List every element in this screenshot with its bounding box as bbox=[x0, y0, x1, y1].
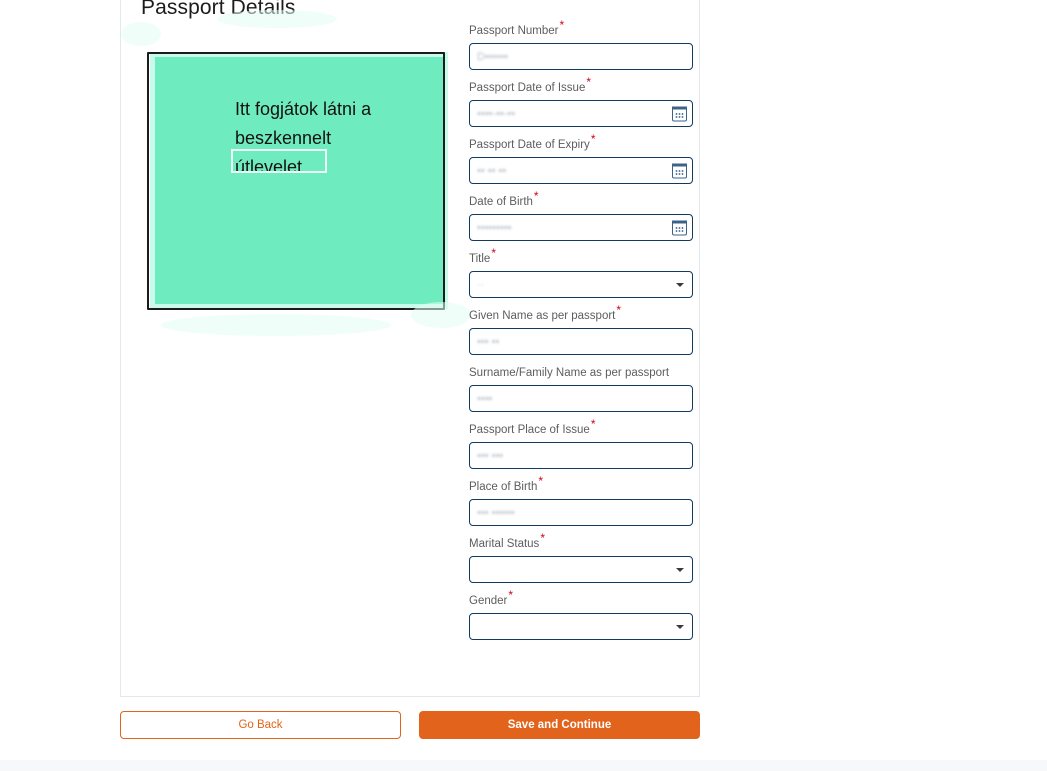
required-asterisk: * bbox=[533, 189, 539, 204]
go-back-button[interactable]: Go Back bbox=[120, 711, 401, 739]
passport-place-of-issue-control[interactable]: ••• ••• bbox=[469, 442, 693, 469]
passport-number-label-text: Passport Number bbox=[469, 25, 559, 37]
title-label-text: Title bbox=[469, 253, 491, 265]
given-name-input[interactable] bbox=[477, 329, 664, 354]
field-marital-status: Marital Status* bbox=[469, 532, 693, 583]
required-asterisk: * bbox=[559, 18, 565, 33]
required-asterisk: * bbox=[508, 588, 514, 603]
passport-number-control[interactable]: D•••••• bbox=[469, 43, 693, 70]
passport-number-input[interactable] bbox=[477, 44, 664, 69]
passport-date-of-expiry-label-text: Passport Date of Expiry bbox=[469, 139, 590, 151]
place-of-birth-label-text: Place of Birth bbox=[469, 481, 538, 493]
passport-place-of-issue-input[interactable] bbox=[477, 443, 664, 468]
title-control[interactable]: ·· bbox=[469, 271, 693, 298]
gender-label-text: Gender bbox=[469, 595, 508, 607]
page-footer-strip bbox=[0, 760, 1047, 771]
field-surname-family-name: Surname/Family Name as per passport •••• bbox=[469, 366, 693, 412]
field-passport-place-of-issue: Passport Place of Issue* ••• ••• bbox=[469, 418, 693, 469]
date-of-birth-label: Date of Birth* bbox=[469, 190, 693, 209]
required-asterisk: * bbox=[616, 303, 622, 318]
marital-status-label-text: Marital Status bbox=[469, 538, 540, 550]
passport-date-of-expiry-input[interactable] bbox=[477, 158, 664, 183]
given-name-label-text: Given Name as per passport bbox=[469, 310, 616, 322]
required-asterisk: * bbox=[491, 246, 496, 261]
scan-smudge-artifact bbox=[161, 314, 391, 336]
page-title: Passport Details bbox=[141, 0, 296, 19]
calendar-icon[interactable] bbox=[672, 163, 687, 178]
required-asterisk: * bbox=[540, 531, 545, 546]
surname-family-name-control[interactable]: •••• bbox=[469, 385, 693, 412]
passport-details-card: Passport Details Itt fogjátok látni a be… bbox=[120, 0, 700, 697]
select-render-artifact bbox=[482, 292, 570, 295]
passport-place-of-issue-label-text: Passport Place of Issue bbox=[469, 424, 590, 436]
field-place-of-birth: Place of Birth* ••• •••••• bbox=[469, 475, 693, 526]
passport-date-of-issue-label-text: Passport Date of Issue bbox=[469, 82, 586, 94]
save-and-continue-button[interactable]: Save and Continue bbox=[419, 711, 700, 739]
surname-family-name-label-text: Surname/Family Name as per passport bbox=[469, 367, 670, 379]
place-of-birth-label: Place of Birth* bbox=[469, 475, 693, 494]
place-of-birth-control[interactable]: ••• •••••• bbox=[469, 499, 693, 526]
passport-form: Passport Number* D•••••• Passport Date of … bbox=[469, 19, 693, 640]
field-given-name: Given Name as per passport* ••• •• bbox=[469, 304, 693, 355]
gender-selected-value bbox=[477, 614, 670, 639]
scan-smudge-artifact bbox=[121, 22, 161, 46]
passport-date-of-issue-input[interactable] bbox=[477, 101, 664, 126]
marital-status-selected-value bbox=[477, 557, 670, 582]
required-asterisk: * bbox=[538, 474, 544, 489]
title-label: Title* bbox=[469, 247, 693, 266]
date-of-birth-control[interactable]: ••••••••• bbox=[469, 214, 693, 241]
calendar-icon[interactable] bbox=[672, 106, 687, 121]
required-asterisk: * bbox=[590, 417, 596, 432]
place-of-birth-input[interactable] bbox=[477, 500, 664, 525]
field-gender: Gender* bbox=[469, 589, 693, 640]
passport-date-of-issue-label: Passport Date of Issue* bbox=[469, 76, 693, 95]
date-of-birth-input[interactable] bbox=[477, 215, 664, 240]
passport-date-of-expiry-control[interactable]: •• •• •• bbox=[469, 157, 693, 184]
date-of-birth-label-text: Date of Birth bbox=[469, 196, 533, 208]
field-passport-date-of-expiry: Passport Date of Expiry* •• •• •• bbox=[469, 133, 693, 184]
required-asterisk: * bbox=[590, 132, 596, 147]
gender-control[interactable] bbox=[469, 613, 693, 640]
marital-status-control[interactable] bbox=[469, 556, 693, 583]
passport-number-label: Passport Number* bbox=[469, 19, 693, 38]
marital-status-label: Marital Status* bbox=[469, 532, 693, 551]
scanned-passport-preview: Itt fogjátok látni a beszkennelt útlevel… bbox=[147, 52, 445, 310]
passport-place-of-issue-label: Passport Place of Issue* bbox=[469, 418, 693, 437]
chevron-down-icon[interactable] bbox=[676, 567, 684, 572]
field-passport-date-of-issue: Passport Date of Issue* ••••-••-•• bbox=[469, 76, 693, 127]
surname-family-name-label: Surname/Family Name as per passport bbox=[469, 366, 693, 380]
chevron-down-icon[interactable] bbox=[676, 282, 684, 287]
field-date-of-birth: Date of Birth* ••••••••• bbox=[469, 190, 693, 241]
field-passport-number: Passport Number* D•••••• bbox=[469, 19, 693, 70]
surname-family-name-input[interactable] bbox=[477, 386, 664, 411]
field-title: Title* ·· bbox=[469, 247, 693, 298]
given-name-control[interactable]: ••• •• bbox=[469, 328, 693, 355]
calendar-icon[interactable] bbox=[672, 220, 687, 235]
passport-date-of-expiry-label: Passport Date of Expiry* bbox=[469, 133, 693, 152]
passport-date-of-issue-control[interactable]: ••••-••-•• bbox=[469, 100, 693, 127]
given-name-label: Given Name as per passport* bbox=[469, 304, 693, 323]
chevron-down-icon[interactable] bbox=[676, 624, 684, 629]
gender-label: Gender* bbox=[469, 589, 693, 608]
required-asterisk: * bbox=[586, 75, 592, 90]
scan-placeholder-text: Itt fogjátok látni a beszkennelt útlevel… bbox=[235, 99, 372, 177]
